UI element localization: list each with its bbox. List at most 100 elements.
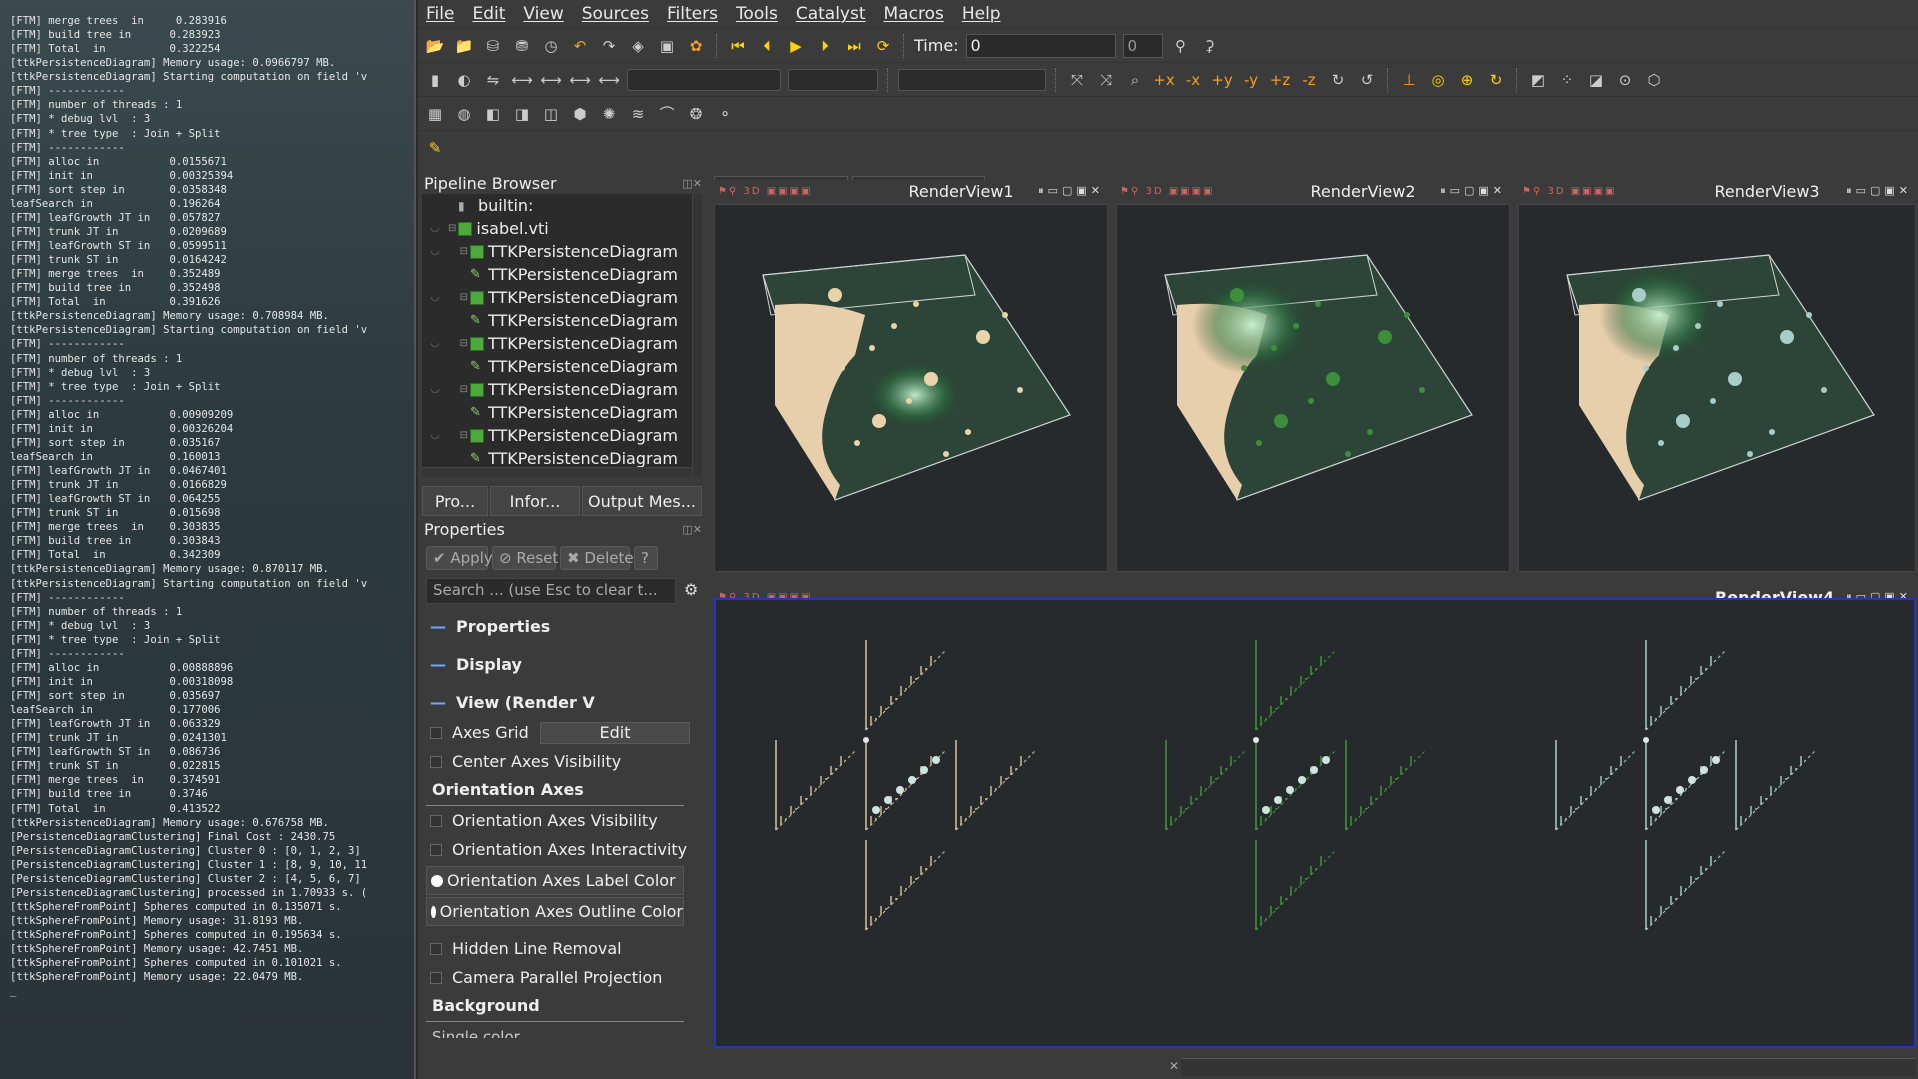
- eye-icon[interactable]: ◡: [422, 223, 448, 234]
- section-display[interactable]: — Display: [422, 648, 702, 680]
- axes-icon[interactable]: ⊥: [1398, 69, 1420, 91]
- minus-x-icon[interactable]: -x: [1182, 69, 1204, 91]
- group-icon[interactable]: ❂: [685, 103, 707, 125]
- undo-icon[interactable]: ↶: [569, 35, 591, 57]
- clip-icon[interactable]: ◧: [482, 103, 504, 125]
- panel-tab-2[interactable]: Output Mes...: [582, 486, 702, 516]
- save-state-icon[interactable]: ▣: [656, 35, 678, 57]
- eye-icon[interactable]: ◡: [422, 384, 448, 395]
- component-combo[interactable]: [788, 68, 878, 91]
- apply-button[interactable]: ✔ Apply: [426, 546, 493, 570]
- expand-icon[interactable]: ⊟: [448, 223, 456, 234]
- first-frame-icon[interactable]: ⏮: [727, 35, 749, 57]
- rescale-icon[interactable]: ⟷: [511, 69, 533, 91]
- hidden-line-checkbox[interactable]: [430, 942, 442, 955]
- view-title[interactable]: RenderView2: [1286, 182, 1440, 201]
- menu-file[interactable]: File: [426, 4, 454, 24]
- pipeline-source[interactable]: ◡ ⊟ isabel.vti: [422, 217, 702, 240]
- disconnect-icon[interactable]: ⛃: [511, 35, 533, 57]
- rescale-temporal-icon[interactable]: ⟷: [598, 69, 620, 91]
- loop-icon[interactable]: ⟳: [872, 35, 894, 57]
- zoom-box-icon[interactable]: ⌕: [1124, 69, 1146, 91]
- select-points-icon[interactable]: ⁘: [1556, 69, 1578, 91]
- ruler-icon[interactable]: ✎: [424, 137, 446, 159]
- delete-button[interactable]: ✖ Delete: [560, 546, 634, 570]
- render-view-3[interactable]: [1518, 204, 1916, 572]
- view-title[interactable]: RenderView1: [884, 182, 1038, 201]
- reset-camera-icon[interactable]: ⤧: [1066, 69, 1088, 91]
- glyph-icon[interactable]: ✺: [598, 103, 620, 125]
- properties-search-input[interactable]: Search ... (use Esc to clear t...: [426, 578, 676, 604]
- section-view[interactable]: — View (Render V: [422, 686, 702, 718]
- representation-icon[interactable]: ◐: [453, 69, 475, 91]
- next-frame-icon[interactable]: ⏵: [814, 35, 836, 57]
- representation-combo[interactable]: [898, 68, 1046, 91]
- panel-tab-0[interactable]: Pro...: [422, 486, 488, 516]
- pipeline-item[interactable]: ◡ ⊟ TTKPersistenceDiagram: [422, 332, 702, 355]
- eye-icon[interactable]: ◡: [422, 246, 448, 257]
- prev-frame-icon[interactable]: ⏴: [756, 35, 778, 57]
- axes-grid-checkbox[interactable]: [430, 726, 442, 739]
- calculator-icon[interactable]: ▦: [424, 103, 446, 125]
- dock-close-icon[interactable]: ◫✕: [682, 177, 702, 190]
- color-by-combo[interactable]: [627, 68, 781, 91]
- menu-catalyst[interactable]: Catalyst: [796, 4, 866, 24]
- toggle-icon[interactable]: ▮: [424, 69, 446, 91]
- center-axes-checkbox[interactable]: [430, 755, 442, 768]
- pipeline-item[interactable]: ✎ TTKPersistenceDiagram: [422, 263, 702, 286]
- menu-tools[interactable]: Tools: [736, 4, 778, 24]
- render-view-2[interactable]: [1116, 204, 1510, 572]
- pipeline-scrollbar[interactable]: [692, 194, 702, 477]
- orientation-interactivity-checkbox[interactable]: [430, 843, 442, 856]
- view-title[interactable]: RenderView3: [1688, 182, 1846, 201]
- stream-tracer-icon[interactable]: ≋: [627, 103, 649, 125]
- eye-icon[interactable]: ◡: [422, 338, 448, 349]
- pipeline-item[interactable]: ◡ ⊟ TTKPersistenceDiagram: [422, 240, 702, 263]
- extract-level-icon[interactable]: ⚬: [714, 103, 736, 125]
- close-icon[interactable]: ✕: [1169, 1059, 1179, 1073]
- minus-y-icon[interactable]: -y: [1240, 69, 1262, 91]
- open-recent-icon[interactable]: 📁: [453, 35, 475, 57]
- dock-close-icon[interactable]: ◫✕: [682, 523, 702, 536]
- pipeline-hscrollbar[interactable]: [422, 467, 692, 477]
- render-view-4[interactable]: [714, 598, 1916, 1048]
- menu-edit[interactable]: Edit: [472, 4, 505, 24]
- camera-parallel-checkbox[interactable]: [430, 971, 442, 984]
- rescale-visible-icon[interactable]: ⟷: [569, 69, 591, 91]
- threshold-icon[interactable]: ◫: [540, 103, 562, 125]
- extract-subset-icon[interactable]: ⬢: [569, 103, 591, 125]
- play-icon[interactable]: ▶: [785, 35, 807, 57]
- view-tools-icon[interactable]: ⚑⚲ 3D ▣▣▣▣: [1518, 186, 1688, 197]
- render-view-1[interactable]: [714, 204, 1108, 572]
- pipeline-item[interactable]: ✎ TTKPersistenceDiagram: [422, 355, 702, 378]
- view-controls-icon[interactable]: ⏸▭▢▣✕: [1038, 184, 1108, 198]
- last-frame-icon[interactable]: ⏭: [843, 35, 865, 57]
- slice-icon[interactable]: ◨: [511, 103, 533, 125]
- center-icon[interactable]: ◎: [1427, 69, 1449, 91]
- pipeline-item[interactable]: ✎ TTKPersistenceDiagram: [422, 401, 702, 424]
- contour-icon[interactable]: ◍: [453, 103, 475, 125]
- section-properties[interactable]: — Properties: [422, 610, 702, 642]
- zoom-to-data-icon[interactable]: ⤨: [1095, 69, 1117, 91]
- reset-button[interactable]: ⊘ Reset: [492, 546, 558, 570]
- view-tools-icon[interactable]: ⚑⚲ 3D ▣▣▣▣: [1116, 186, 1286, 197]
- reset-center-icon[interactable]: ↻: [1485, 69, 1507, 91]
- panel-tab-1[interactable]: Infor...: [490, 486, 580, 516]
- eye-icon[interactable]: ◡: [422, 430, 448, 441]
- add-query-icon[interactable]: ⚳: [1199, 35, 1221, 57]
- menu-filters[interactable]: Filters: [667, 4, 718, 24]
- background-combo[interactable]: Single color: [432, 1024, 692, 1038]
- select-block-icon[interactable]: ◪: [1585, 69, 1607, 91]
- view-controls-icon[interactable]: ⏸▭▢▣✕: [1440, 184, 1510, 198]
- rescale-custom-icon[interactable]: ⟷: [540, 69, 562, 91]
- menu-sources[interactable]: Sources: [582, 4, 649, 24]
- interactive-select-icon[interactable]: ⊙: [1614, 69, 1636, 91]
- eye-icon[interactable]: ◡: [422, 292, 448, 303]
- pipeline-item[interactable]: ◡ ⊟ TTKPersistenceDiagram: [422, 286, 702, 309]
- view-controls-icon[interactable]: ⏸▭▢▣✕: [1846, 184, 1916, 198]
- time-input[interactable]: 0: [965, 33, 1116, 58]
- pipeline-item[interactable]: ✎ TTKPersistenceDiagram: [422, 309, 702, 332]
- connect-icon[interactable]: ⛁: [482, 35, 504, 57]
- orientation-visibility-checkbox[interactable]: [430, 814, 442, 827]
- minus-z-icon[interactable]: -z: [1298, 69, 1320, 91]
